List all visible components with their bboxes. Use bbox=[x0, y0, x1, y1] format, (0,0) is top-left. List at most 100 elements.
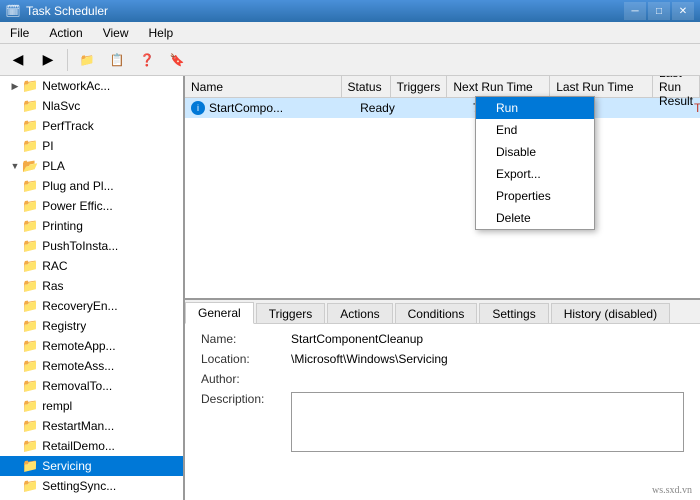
toolbar: ◀ ▶ 📁 📋 ❓ 🔖 bbox=[0, 44, 700, 76]
detail-row-location: Location: \Microsoft\Windows\Servicing bbox=[201, 352, 684, 366]
expand-icon bbox=[8, 219, 22, 233]
tree-label: Ras bbox=[42, 279, 63, 293]
folder-icon: 📁 bbox=[22, 218, 38, 234]
col-header-lastrun[interactable]: Last Run Time bbox=[550, 76, 653, 97]
tree-label: PushToInsta... bbox=[42, 239, 118, 253]
ctx-item-run[interactable]: Run bbox=[476, 97, 594, 119]
expand-icon bbox=[8, 119, 22, 133]
col-header-lastresult[interactable]: Last Run Result bbox=[653, 76, 700, 97]
col-header-nextrun[interactable]: Next Run Time bbox=[447, 76, 550, 97]
tree-label: RemoteAss... bbox=[42, 359, 114, 373]
folder-icon: 📂 bbox=[22, 158, 38, 174]
minimize-button[interactable]: ─ bbox=[624, 2, 646, 20]
tree-item-rac[interactable]: 📁 RAC bbox=[0, 256, 183, 276]
ctx-item-delete[interactable]: Delete bbox=[476, 207, 594, 229]
tree-item-setup[interactable]: ▼ 📂 Setup bbox=[0, 496, 183, 500]
toolbar-help[interactable]: ❓ bbox=[133, 47, 161, 73]
tree-item-pla[interactable]: ▼ 📂 PLA bbox=[0, 156, 183, 176]
folder-icon: 📁 bbox=[22, 458, 38, 474]
tree-item-settingsync[interactable]: 📁 SettingSync... bbox=[0, 476, 183, 496]
menu-view[interactable]: View bbox=[93, 24, 139, 42]
tree-item-pushtoinsta[interactable]: 📁 PushToInsta... bbox=[0, 236, 183, 256]
toolbar-bookmark[interactable]: 🔖 bbox=[163, 47, 191, 73]
folder-icon: 📁 bbox=[22, 438, 38, 454]
detail-row-description: Description: bbox=[201, 392, 684, 452]
tab-conditions[interactable]: Conditions bbox=[395, 303, 478, 323]
menu-action[interactable]: Action bbox=[39, 24, 92, 42]
folder-icon: 📁 bbox=[22, 238, 38, 254]
tree-item-printing[interactable]: 📁 Printing bbox=[0, 216, 183, 236]
folder-icon: 📁 bbox=[22, 278, 38, 294]
folder-icon: 📁 bbox=[22, 378, 38, 394]
folder-icon: 📁 bbox=[22, 78, 38, 94]
expand-icon: ▼ bbox=[8, 159, 22, 173]
folder-icon: 📁 bbox=[22, 358, 38, 374]
tab-actions[interactable]: Actions bbox=[327, 303, 392, 323]
tree-label: rempl bbox=[42, 399, 72, 413]
tree-item-servicing[interactable]: 📁 Servicing bbox=[0, 456, 183, 476]
toolbar-back[interactable]: ◀ bbox=[4, 47, 32, 73]
left-panel-tree: ▶ 📁 NetworkAc... 📁 NlaSvc 📁 PerfTrack 📁 … bbox=[0, 76, 185, 500]
tree-label: RestartMan... bbox=[42, 419, 114, 433]
context-menu: Run End Disable Export... Properties Del… bbox=[475, 96, 595, 230]
tab-history[interactable]: History (disabled) bbox=[551, 303, 670, 323]
detail-tabs: General Triggers Actions Conditions Sett… bbox=[185, 300, 700, 324]
folder-icon: 📁 bbox=[22, 258, 38, 274]
tree-item-power[interactable]: 📁 Power Effic... bbox=[0, 196, 183, 216]
detail-panel: General Triggers Actions Conditions Sett… bbox=[185, 300, 700, 500]
tree-item-perftrack[interactable]: 📁 PerfTrack bbox=[0, 116, 183, 136]
ctx-item-export[interactable]: Export... bbox=[476, 163, 594, 185]
detail-row-author: Author: bbox=[201, 372, 684, 386]
watermark: ws.sxd.vn bbox=[652, 485, 692, 496]
tree-label: PerfTrack bbox=[42, 119, 94, 133]
expand-icon bbox=[8, 419, 22, 433]
tree-item-registry[interactable]: 📁 Registry bbox=[0, 316, 183, 336]
tree-label: NetworkAc... bbox=[42, 79, 110, 93]
title-text: Task Scheduler bbox=[26, 4, 108, 18]
ctx-item-properties[interactable]: Properties bbox=[476, 185, 594, 207]
detail-description-box[interactable] bbox=[291, 392, 684, 452]
expand-icon bbox=[8, 359, 22, 373]
tree-item-ras[interactable]: 📁 Ras bbox=[0, 276, 183, 296]
expand-icon: ▶ bbox=[8, 79, 22, 93]
ctx-item-end[interactable]: End bbox=[476, 119, 594, 141]
expand-icon bbox=[8, 339, 22, 353]
toolbar-open[interactable]: 📁 bbox=[73, 47, 101, 73]
tree-label: PLA bbox=[42, 159, 65, 173]
tab-triggers[interactable]: Triggers bbox=[256, 303, 326, 323]
tree-item-plug[interactable]: 📁 Plug and Pl... bbox=[0, 176, 183, 196]
toolbar-sep1 bbox=[67, 49, 68, 71]
expand-icon bbox=[8, 279, 22, 293]
tree-item-remoteapp[interactable]: 📁 RemoteApp... bbox=[0, 336, 183, 356]
toolbar-task[interactable]: 📋 bbox=[103, 47, 131, 73]
close-button[interactable]: ✕ bbox=[672, 2, 694, 20]
folder-icon: 📁 bbox=[22, 138, 38, 154]
tab-general[interactable]: General bbox=[185, 302, 254, 324]
tree-item-recoveryen[interactable]: 📁 RecoveryEn... bbox=[0, 296, 183, 316]
tree-item-removalto[interactable]: 📁 RemovalTo... bbox=[0, 376, 183, 396]
col-header-name[interactable]: Name bbox=[185, 76, 342, 97]
maximize-button[interactable]: □ bbox=[648, 2, 670, 20]
task-list-header: Name Status Triggers Next Run Time Last … bbox=[185, 76, 700, 98]
tree-item-remoteass[interactable]: 📁 RemoteAss... bbox=[0, 356, 183, 376]
tree-item-networkac[interactable]: ▶ 📁 NetworkAc... bbox=[0, 76, 183, 96]
toolbar-forward[interactable]: ▶ bbox=[34, 47, 62, 73]
menu-file[interactable]: File bbox=[0, 24, 39, 42]
folder-icon: 📁 bbox=[22, 398, 38, 414]
tree-item-retaildemo[interactable]: 📁 RetailDemo... bbox=[0, 436, 183, 456]
col-header-triggers[interactable]: Triggers bbox=[391, 76, 448, 97]
task-list-area: Name Status Triggers Next Run Time Last … bbox=[185, 76, 700, 300]
main-area: ▶ 📁 NetworkAc... 📁 NlaSvc 📁 PerfTrack 📁 … bbox=[0, 76, 700, 500]
menu-help[interactable]: Help bbox=[139, 24, 184, 42]
expand-icon bbox=[8, 199, 22, 213]
task-row[interactable]: i StartCompo... Ready 7/2021 12:37:25 PM… bbox=[185, 98, 700, 118]
tab-settings[interactable]: Settings bbox=[479, 303, 548, 323]
tree-item-rempl[interactable]: 📁 rempl bbox=[0, 396, 183, 416]
tree-item-pi[interactable]: 📁 PI bbox=[0, 136, 183, 156]
ctx-item-disable[interactable]: Disable bbox=[476, 141, 594, 163]
tree-item-restartman[interactable]: 📁 RestartMan... bbox=[0, 416, 183, 436]
detail-location-label: Location: bbox=[201, 352, 291, 366]
col-header-status[interactable]: Status bbox=[342, 76, 391, 97]
folder-icon: 📁 bbox=[22, 478, 38, 494]
tree-item-nlasvc[interactable]: 📁 NlaSvc bbox=[0, 96, 183, 116]
